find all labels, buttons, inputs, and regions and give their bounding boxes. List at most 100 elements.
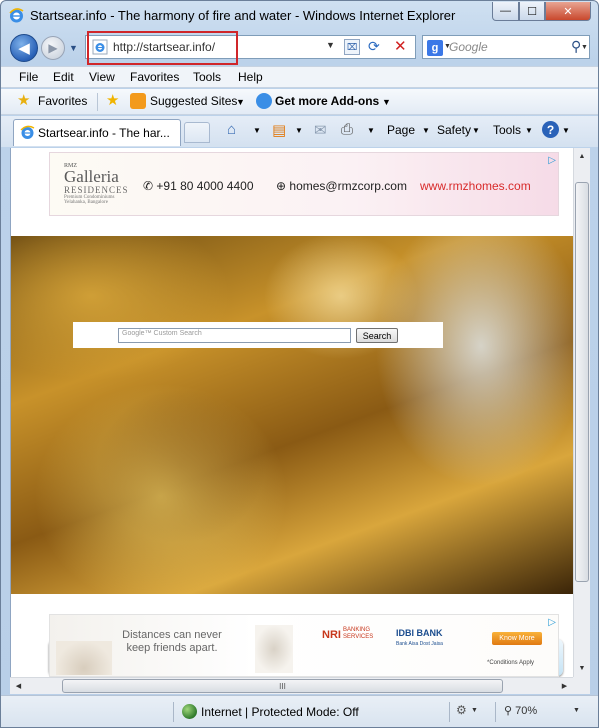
- suggested-sites-link[interactable]: Suggested Sites: [150, 94, 237, 108]
- status-separator: [173, 702, 174, 722]
- scroll-right-icon[interactable]: ▶: [556, 678, 573, 694]
- top-banner-ad[interactable]: ▷ RMZ Galleria RESIDENCES Premium Condom…: [49, 152, 559, 216]
- custom-search-button[interactable]: Search: [356, 328, 398, 343]
- bottom-banner-ad[interactable]: ▷ Distances can never keep friends apart…: [49, 614, 559, 677]
- know-more-button[interactable]: Know More: [492, 632, 542, 645]
- ad-email-address: homes@rmzcorp.com: [289, 179, 407, 193]
- status-separator-2: [449, 702, 450, 722]
- tools-dropdown-icon[interactable]: ▼: [525, 126, 533, 135]
- tools-menu[interactable]: Tools: [493, 123, 521, 137]
- scroll-up-icon[interactable]: ▲: [574, 148, 590, 165]
- search-icon[interactable]: ⚲: [571, 38, 581, 55]
- vertical-scroll-thumb[interactable]: [575, 182, 589, 582]
- search-input[interactable]: Google: [449, 40, 488, 54]
- print-dropdown-icon[interactable]: ▼: [367, 126, 375, 135]
- zoom-level[interactable]: ⚲ 70%: [504, 704, 537, 717]
- vertical-scrollbar[interactable]: ▲ ▼: [573, 148, 590, 677]
- tab-title: Startsear.info - The har...: [38, 126, 170, 140]
- ad-brand-tiny2: Yelahanka, Bangalore: [64, 200, 108, 205]
- tab-startsear[interactable]: Startsear.info - The har...: [13, 119, 181, 146]
- ie-logo-icon: [9, 8, 24, 23]
- address-dropdown-icon[interactable]: ▼: [326, 40, 335, 50]
- ad-tagline: Distances can never keep friends apart.: [122, 629, 222, 654]
- status-separator-3: [495, 702, 496, 722]
- home-icon[interactable]: ⌂: [227, 121, 236, 138]
- scroll-down-icon[interactable]: ▼: [574, 660, 590, 677]
- address-highlight: [87, 31, 238, 65]
- nri-subtitle: BANKING SERVICES: [343, 627, 374, 640]
- protected-mode-icon[interactable]: ⚙: [456, 703, 467, 717]
- help-dropdown-icon[interactable]: ▼: [562, 126, 570, 135]
- help-icon[interactable]: ?: [542, 121, 559, 138]
- nri-logo: NRI: [322, 629, 341, 641]
- back-button[interactable]: ◀: [10, 34, 38, 62]
- back-arrow-icon: ◀: [18, 40, 30, 57]
- google-custom-search: Google™ Custom Search Search: [73, 322, 443, 348]
- child-image: [255, 625, 293, 673]
- menu-help[interactable]: Help: [238, 70, 263, 84]
- ad-phone-number: +91 80 4000 4400: [156, 179, 254, 193]
- favorites-separator: [97, 93, 98, 111]
- window-title: Startsear.info - The harmony of fire and…: [30, 8, 456, 23]
- conditions-apply: *Conditions Apply: [487, 660, 535, 666]
- stop-icon[interactable]: ✕: [394, 37, 407, 55]
- adchoices-icon[interactable]: ▷: [548, 155, 556, 166]
- zoom-icon: ⚲: [504, 705, 513, 717]
- google-provider-icon[interactable]: g: [427, 40, 443, 56]
- galleria-logo: RMZ Galleria RESIDENCES Premium Condomin…: [64, 163, 129, 205]
- tab-bar: Startsear.info - The har... ⌂ ▼ ▤ ▼ ✉ ⎙ …: [1, 116, 598, 147]
- forward-button[interactable]: ▶: [41, 36, 65, 60]
- addons-ie-icon: [256, 93, 272, 109]
- search-box[interactable]: g ▼ Google ⚲ ▼: [422, 35, 590, 59]
- favorites-star-icon[interactable]: ★: [17, 91, 30, 109]
- menu-tools[interactable]: Tools: [193, 70, 221, 84]
- zoom-dropdown-icon[interactable]: ▼: [573, 707, 580, 714]
- favorites-button[interactable]: Favorites: [38, 94, 87, 108]
- page-menu[interactable]: Page: [387, 123, 415, 137]
- suggested-sites-dropdown-icon[interactable]: ▼: [236, 97, 245, 107]
- read-mail-icon[interactable]: ✉: [314, 121, 327, 139]
- menu-file[interactable]: File: [19, 70, 38, 84]
- new-tab-button[interactable]: [184, 122, 210, 143]
- horizontal-scroll-thumb[interactable]: III: [62, 679, 503, 693]
- custom-search-placeholder: Google™ Custom Search: [122, 330, 202, 337]
- custom-search-input[interactable]: Google™ Custom Search: [118, 328, 351, 343]
- zoom-value: 70%: [515, 705, 538, 717]
- refresh-icon[interactable]: ⟳: [368, 38, 380, 55]
- feeds-dropdown-icon[interactable]: ▼: [295, 126, 303, 135]
- ad-brand-name: Galleria: [64, 167, 119, 186]
- minimize-button[interactable]: —: [492, 2, 519, 21]
- home-dropdown-icon[interactable]: ▼: [253, 126, 261, 135]
- favorites-bar: ★ Favorites ★ Suggested Sites ▼ Get more…: [1, 89, 598, 115]
- adchoices-icon-bottom[interactable]: ▷: [548, 617, 556, 628]
- hero-background-image: Google™ Custom Search Search g YouTube f…: [11, 236, 573, 676]
- safety-menu[interactable]: Safety: [437, 123, 471, 137]
- maximize-button[interactable]: ☐: [519, 2, 545, 21]
- horizontal-scrollbar[interactable]: ◀ III ▶: [10, 677, 573, 694]
- compatibility-view-icon[interactable]: ⌧: [344, 39, 360, 55]
- security-zone-text[interactable]: Internet | Protected Mode: Off: [201, 705, 359, 719]
- menu-favorites[interactable]: Favorites: [130, 70, 179, 84]
- print-icon[interactable]: ⎙: [341, 121, 353, 138]
- feeds-icon[interactable]: ▤: [272, 121, 286, 139]
- history-dropdown-icon[interactable]: ▼: [69, 43, 78, 53]
- get-addons-link[interactable]: Get more Add-ons: [275, 94, 379, 108]
- menu-view[interactable]: View: [89, 70, 115, 84]
- menu-edit[interactable]: Edit: [53, 70, 74, 84]
- ad-phone: ✆ +91 80 4000 4400: [143, 179, 254, 193]
- suggested-sites-icon: [130, 93, 146, 109]
- add-favorite-icon[interactable]: ★: [106, 91, 119, 109]
- phone-icon: ✆: [143, 179, 154, 193]
- addons-dropdown-icon[interactable]: ▼: [382, 97, 391, 107]
- globe-icon: ⊕: [276, 179, 287, 193]
- safety-dropdown-icon[interactable]: ▼: [472, 126, 480, 135]
- children-image: [56, 641, 112, 675]
- page-dropdown-icon[interactable]: ▼: [422, 126, 430, 135]
- search-options-dropdown-icon[interactable]: ▼: [581, 44, 588, 51]
- browser-window: Startsear.info - The harmony of fire and…: [0, 0, 599, 728]
- scroll-left-icon[interactable]: ◀: [10, 678, 27, 694]
- ad-website[interactable]: www.rmzhomes.com: [420, 179, 531, 193]
- forward-arrow-icon: ▶: [48, 41, 58, 55]
- status-dropdown-icon[interactable]: ▼: [471, 707, 478, 714]
- close-button[interactable]: ✕: [545, 2, 591, 21]
